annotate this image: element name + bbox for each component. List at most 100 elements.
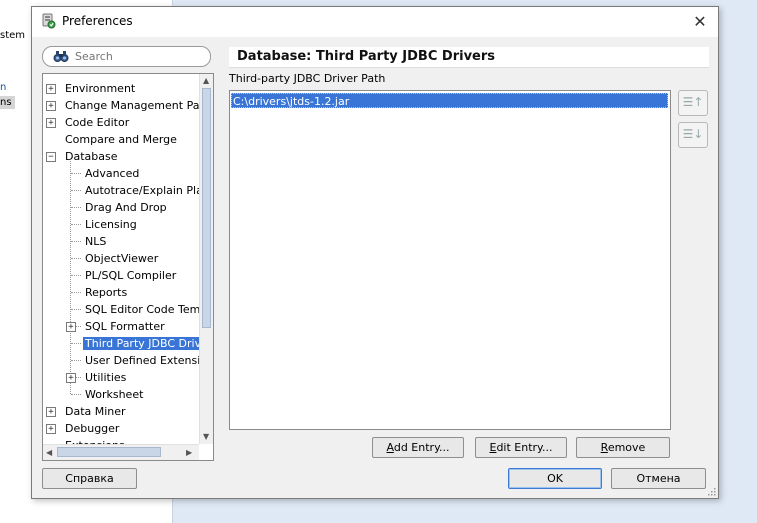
tree-horizontal-scrollbar[interactable]: ◀ ▶ [43, 444, 199, 460]
tree-connector [71, 190, 81, 191]
tree-item-label: Third Party JDBC Driver [83, 337, 213, 350]
tree-item[interactable]: Code Editor [63, 114, 131, 131]
list-item[interactable]: C:\drivers\jtds-1.2.jar [231, 93, 668, 108]
tree-connector [71, 309, 81, 310]
background-text: stem [0, 30, 26, 41]
tree-item-label: Worksheet [85, 388, 144, 401]
search-input[interactable] [75, 49, 205, 63]
tree-connector [71, 207, 81, 208]
page-header: Database: Third Party JDBC Drivers [229, 47, 709, 68]
title-bar[interactable]: Preferences ✕ [32, 7, 718, 37]
tree-connector [71, 360, 81, 361]
tree-item[interactable]: SQL Formatter [83, 318, 167, 335]
scroll-down-icon[interactable]: ▼ [203, 432, 209, 441]
expand-icon[interactable]: + [46, 84, 56, 94]
tree-item[interactable]: Debugger [63, 420, 121, 437]
remove-button[interactable]: Remove [576, 437, 670, 458]
tree-connector [71, 173, 81, 174]
binoculars-icon [53, 51, 69, 62]
tree-item-label: User Defined Extension [85, 354, 214, 367]
scroll-left-icon[interactable]: ◀ [46, 448, 52, 457]
tree-item[interactable]: Licensing [83, 216, 139, 233]
tree-item-label: Change Management Param [65, 99, 214, 112]
preferences-dialog: Preferences ✕ Environment + Change Managem… [31, 6, 719, 499]
expand-icon[interactable]: + [66, 373, 76, 383]
tree-item[interactable]: Compare and Merge [63, 131, 179, 148]
driver-path-label: Third-party JDBC Driver Path [229, 72, 386, 85]
tree-connector [71, 394, 81, 395]
tree-item[interactable]: NLS [83, 233, 108, 250]
background-app [0, 0, 32, 523]
close-icon: ✕ [693, 12, 707, 31]
tree-item-label: NLS [85, 235, 107, 248]
tree-item[interactable]: Data Miner [63, 403, 128, 420]
tree-item-label: Debugger [65, 422, 120, 435]
tree-item[interactable]: SQL Editor Code Templa [83, 301, 214, 318]
background-text: n [0, 82, 7, 93]
expand-icon[interactable]: + [46, 407, 56, 417]
tree-item[interactable]: Utilities [83, 369, 128, 386]
tree-item-label: Drag And Drop [85, 201, 167, 214]
add-entry-button[interactable]: Add Entry... [372, 437, 464, 458]
tree-item-label: Code Editor [65, 116, 130, 129]
tree-item-label: Compare and Merge [65, 133, 177, 146]
tree-item-label: Autotrace/Explain Plan [85, 184, 210, 197]
page-title: Database: Third Party JDBC Drivers [237, 49, 496, 64]
expand-icon[interactable]: + [46, 101, 56, 111]
search-box[interactable] [42, 46, 211, 67]
tree-item[interactable]: Drag And Drop [83, 199, 169, 216]
tree-item[interactable]: PL/SQL Compiler [83, 267, 178, 284]
tree-connector [71, 343, 81, 344]
button-label: dit Entry... [496, 441, 553, 454]
tree-item-label: Reports [85, 286, 128, 299]
tree-connector [71, 224, 81, 225]
preferences-app-icon [42, 13, 56, 29]
expand-icon[interactable]: + [66, 322, 76, 332]
tree-item[interactable]: Advanced [83, 165, 141, 182]
tree-item-label: Advanced [85, 167, 140, 180]
move-up-button[interactable]: ☰↑ [678, 90, 708, 116]
help-button[interactable]: Справка [42, 468, 137, 489]
tree-item-label: ObjectViewer [85, 252, 159, 265]
preferences-tree[interactable]: Environment + Change Management Param + Code… [42, 73, 214, 461]
tree-item-label: Environment [65, 82, 136, 95]
scroll-right-icon[interactable]: ▶ [186, 448, 192, 457]
tree-item-label: SQL Editor Code Templa [85, 303, 214, 316]
tree-item[interactable]: Worksheet [83, 386, 145, 403]
tree-vertical-scrollbar[interactable]: ▲ ▼ [199, 74, 213, 444]
move-up-icon: ☰↑ [682, 95, 704, 109]
move-down-button[interactable]: ☰↓ [678, 122, 708, 148]
ok-button[interactable]: OK [508, 468, 602, 489]
collapse-icon[interactable]: − [46, 152, 56, 162]
dialog-title: Preferences [62, 14, 133, 28]
background-text: ns [0, 96, 15, 109]
tree-horizontal-scroll-thumb[interactable] [57, 447, 161, 457]
scroll-up-icon[interactable]: ▲ [203, 76, 209, 85]
tree-item[interactable]: Reports [83, 284, 129, 301]
button-label: emove [607, 441, 646, 454]
resize-grip-icon[interactable] [706, 486, 716, 496]
tree-item[interactable]: Autotrace/Explain Plan [83, 182, 212, 199]
mnemonic: A [386, 441, 394, 454]
driver-path-list[interactable]: C:\drivers\jtds-1.2.jar [229, 90, 671, 430]
tree-item[interactable]: Third Party JDBC Driver [83, 335, 213, 352]
tree-item-label: Data Miner [65, 405, 126, 418]
expand-icon[interactable]: + [46, 424, 56, 434]
edit-entry-button[interactable]: Edit Entry... [475, 437, 567, 458]
tree-vertical-scroll-thumb[interactable] [202, 88, 211, 328]
expand-icon[interactable]: + [46, 118, 56, 128]
close-button[interactable]: ✕ [690, 12, 710, 32]
tree-connector [71, 292, 81, 293]
tree-item[interactable]: Database [63, 148, 120, 165]
move-down-icon: ☰↓ [682, 127, 704, 141]
tree-item[interactable]: User Defined Extension [83, 352, 214, 369]
tree-connector [71, 275, 81, 276]
tree-item-label: PL/SQL Compiler [85, 269, 177, 282]
tree-item[interactable]: Environment [63, 80, 137, 97]
tree-item[interactable]: ObjectViewer [83, 250, 160, 267]
tree-connector [71, 241, 81, 242]
tree-item-label: Database [65, 150, 118, 163]
cancel-button[interactable]: Отмена [611, 468, 706, 489]
tree-item[interactable]: Change Management Param [63, 97, 214, 114]
tree-item-label: Licensing [85, 218, 137, 231]
